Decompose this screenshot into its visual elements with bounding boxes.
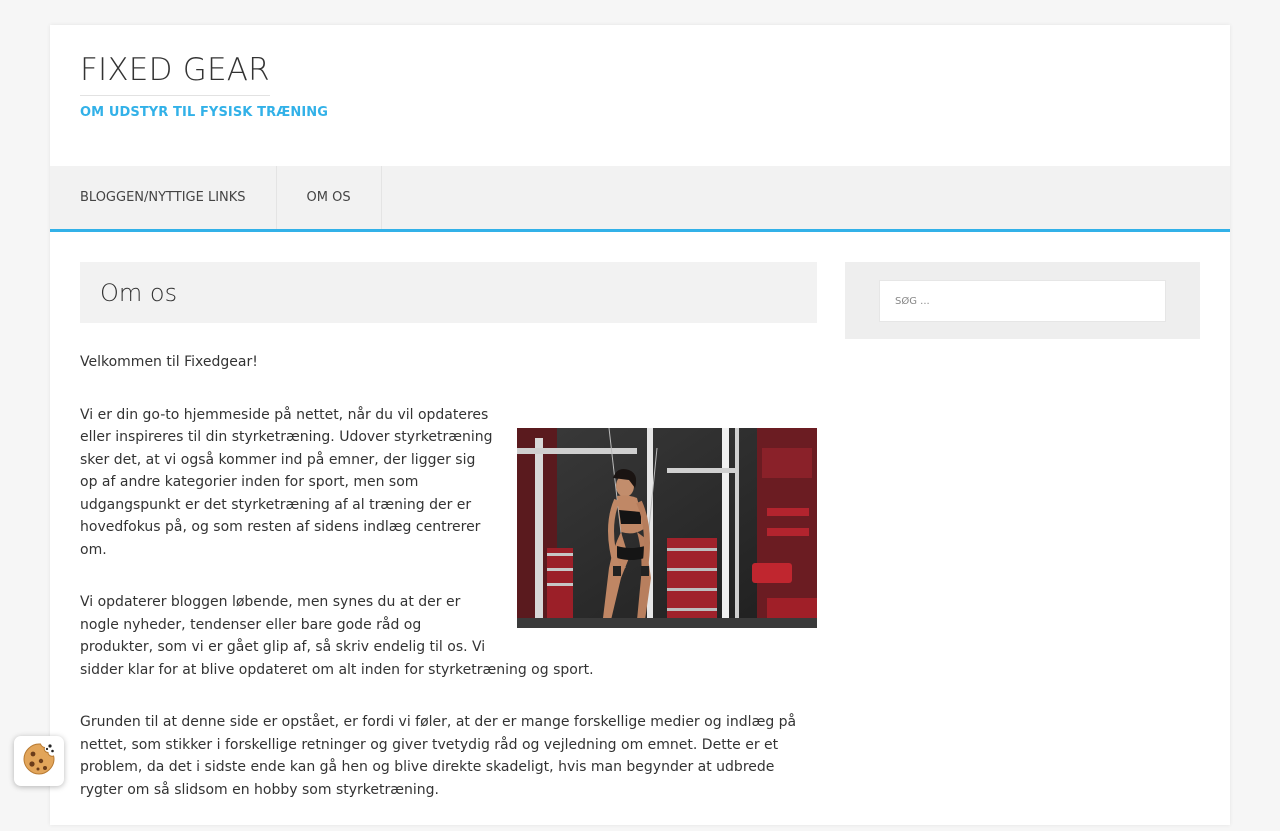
gym-woman-image	[517, 427, 817, 628]
page-container: FIXED GEAR OM UDSTYR TIL FYSISK TRÆNING …	[50, 25, 1230, 825]
paragraph-welcome: Velkommen til Fixedgear!	[80, 354, 258, 370]
article-content: Velkommen til Fixedgear! Vi er din go-to…	[80, 351, 817, 801]
site-tagline: OM UDSTYR TIL FYSISK TRÆNING	[80, 105, 329, 120]
cookie-consent-button[interactable]	[14, 736, 64, 786]
sidebar-search-widget	[845, 262, 1200, 339]
nav-item-bloggen[interactable]: BLOGGEN/NYTTIGE LINKS	[50, 166, 277, 229]
site-title[interactable]: FIXED GEAR	[80, 55, 270, 96]
main-content: Om os Velkommen til Fixedgear! Vi er din…	[80, 262, 817, 831]
page-title: Om os	[100, 278, 178, 307]
search-input[interactable]	[879, 280, 1166, 322]
nav-item-om-os[interactable]: OM OS	[277, 166, 382, 229]
site-header: FIXED GEAR OM UDSTYR TIL FYSISK TRÆNING	[80, 55, 340, 120]
page-title-box: Om os	[80, 262, 817, 323]
main-navigation: BLOGGEN/NYTTIGE LINKS OM OS	[50, 166, 1230, 232]
cookie-icon	[22, 742, 56, 780]
paragraph-reason: Grunden til at denne side er opstået, er…	[80, 714, 797, 798]
